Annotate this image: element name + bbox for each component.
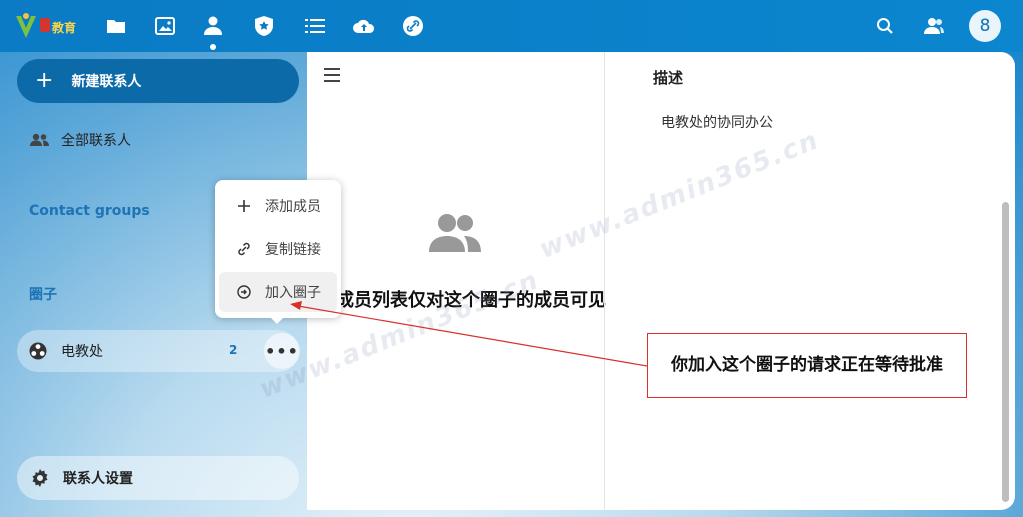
user-avatar[interactable]: 8 xyxy=(969,10,1001,42)
column-divider xyxy=(604,52,605,510)
plus-icon xyxy=(235,200,253,212)
active-nav-indicator xyxy=(210,44,216,50)
new-contact-label: 新建联系人 xyxy=(71,74,142,90)
deck-icon[interactable] xyxy=(252,14,276,38)
sidebar-item-label: 全部联系人 xyxy=(61,133,131,149)
contacts-icon[interactable] xyxy=(201,14,225,38)
link-icon[interactable] xyxy=(401,14,425,38)
menu-item-label: 添加成员 xyxy=(265,199,321,215)
menu-item-join-circle[interactable]: 加入圈子 xyxy=(219,272,337,312)
sidebar-item-circle[interactable]: 电教处 2 ••• xyxy=(17,330,300,372)
members-empty-icon xyxy=(427,212,483,258)
top-bar: 教育 8 xyxy=(0,0,1023,52)
description-title: 描述 xyxy=(653,69,684,87)
logo-icon xyxy=(16,13,36,38)
plus-icon: + xyxy=(35,68,54,93)
menu-item-label: 复制链接 xyxy=(265,242,321,258)
contacts-settings-button[interactable]: 联系人设置 xyxy=(17,456,299,500)
menu-pointer xyxy=(269,316,285,324)
contacts-group-icon xyxy=(29,133,51,147)
annotation-callout: 你加入这个圈子的请求正在等待批准 xyxy=(647,333,967,398)
upload-icon[interactable] xyxy=(352,14,376,38)
logo-text: 教育 xyxy=(52,21,77,35)
circle-icon xyxy=(29,342,47,360)
contact-groups-title: Contact groups xyxy=(29,203,150,219)
circles-title: 圈子 xyxy=(29,287,57,303)
scrollbar[interactable] xyxy=(1002,202,1009,502)
link-icon xyxy=(235,242,253,256)
contacts-menu-icon[interactable] xyxy=(922,14,946,38)
menu-item-label: 加入圈子 xyxy=(265,285,321,301)
menu-toggle-icon[interactable] xyxy=(324,68,344,86)
gear-icon xyxy=(31,469,49,487)
menu-item-copy-link[interactable]: 复制链接 xyxy=(219,229,337,269)
circle-name: 电教处 xyxy=(61,344,103,360)
description-value: 电教处的协同办公 xyxy=(661,115,773,131)
join-icon xyxy=(235,285,253,299)
logo-mark-icon xyxy=(40,18,50,32)
new-contact-button[interactable]: + 新建联系人 xyxy=(17,59,299,103)
circle-actions-menu: 添加成员 复制链接 加入圈子 xyxy=(215,180,341,318)
main-content: 成员列表仅对这个圈子的成员可见 描述 电教处的协同办公 xyxy=(307,52,1015,510)
photos-icon[interactable] xyxy=(153,14,177,38)
app-logo[interactable]: 教育 xyxy=(14,12,92,40)
settings-label: 联系人设置 xyxy=(63,471,133,487)
menu-item-add-member[interactable]: 添加成员 xyxy=(219,186,337,226)
files-icon[interactable] xyxy=(104,14,128,38)
tasks-icon[interactable] xyxy=(303,14,327,38)
circle-member-count: 2 xyxy=(229,343,238,357)
search-icon[interactable] xyxy=(873,14,897,38)
sidebar-item-all-contacts[interactable]: 全部联系人 xyxy=(17,121,299,159)
